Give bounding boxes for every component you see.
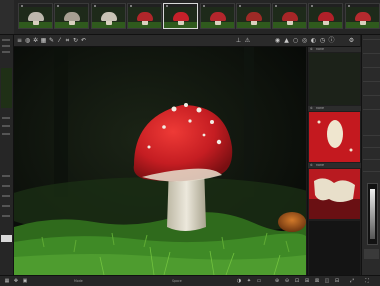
compare-label: none [316, 47, 324, 51]
panel-tick [2, 205, 10, 207]
panel-button[interactable] [364, 249, 379, 259]
mode-label[interactable]: Mode [74, 278, 83, 284]
compare-header-3[interactable]: ✲ none [308, 163, 361, 168]
compare-image-mushroom-side[interactable] [309, 169, 360, 219]
panel-tick [2, 51, 10, 53]
zoom-in-icon[interactable]: ⊕ [274, 278, 280, 284]
star-icon[interactable]: ✦ [246, 278, 252, 284]
edit-icon[interactable]: ✎ [48, 37, 55, 44]
split-icon[interactable]: ⊟ [334, 278, 340, 284]
zoom-out-icon[interactable]: ⊖ [284, 278, 290, 284]
target-icon[interactable]: ◎ [301, 37, 308, 44]
panel-tick [2, 39, 10, 41]
space-label[interactable]: Space [172, 278, 182, 284]
adjustments-panel [361, 35, 380, 275]
menu-icon[interactable]: ≡ [16, 37, 23, 44]
pin-icon[interactable]: ⊥ [235, 37, 242, 44]
toolbar-settings-icon[interactable]: ⚙ [348, 37, 355, 44]
main-image-preview[interactable] [14, 47, 306, 275]
left-panel [0, 35, 14, 275]
pin-icon[interactable]: ✥ [13, 278, 19, 284]
expand-icon[interactable]: ⤢ [349, 278, 355, 284]
background-mushroom [278, 212, 306, 232]
filmstrip-thumbnail[interactable] [308, 3, 344, 29]
grid-icon[interactable]: ▦ [40, 37, 47, 44]
panel-tick [2, 185, 10, 187]
panel-tick [2, 195, 10, 197]
compare-header-1[interactable]: ✲ none [308, 47, 361, 52]
filmstrip-thumbnail[interactable] [18, 3, 53, 29]
selected-panel-item[interactable] [1, 235, 12, 242]
image-icon[interactable]: ▣ [22, 278, 28, 284]
wand-icon[interactable]: ⁄ [56, 37, 63, 44]
rotate-icon[interactable]: ↻ [72, 37, 79, 44]
status-bar: ▦ ✥ ▣ Mode Space ◑ ✦ ▭ ⊕ ⊖ ⊡ ⊞ ⊠ ◫ ⊟ ⤢ ⛶ [0, 275, 380, 286]
fill-icon[interactable]: ⊞ [304, 278, 310, 284]
fullscreen-icon[interactable]: ⛶ [364, 278, 370, 284]
filmstrip-thumbnail[interactable] [90, 3, 126, 29]
box-icon[interactable]: ▭ [256, 278, 262, 284]
settings-icon[interactable]: ✲ [310, 47, 313, 52]
settings-icon[interactable]: ✲ [310, 163, 313, 168]
settings-icon[interactable]: ✲ [32, 37, 39, 44]
filmstrip-thumbnail[interactable] [54, 3, 90, 29]
aperture-icon[interactable]: ◉ [274, 37, 281, 44]
panel-tick [2, 125, 10, 127]
warning-icon[interactable]: ⚠ [244, 37, 251, 44]
grid-icon[interactable]: ▦ [4, 278, 10, 284]
navigator-preview[interactable] [1, 68, 12, 108]
compare-label: none [316, 106, 324, 110]
filmstrip-thumbnail[interactable] [235, 3, 271, 29]
history-icon[interactable]: ◷ [319, 37, 326, 44]
filmstrip-thumbnail[interactable] [344, 3, 380, 29]
compare-header-2[interactable]: ✲ none [308, 106, 361, 111]
filmstrip-scroll-left[interactable] [0, 0, 14, 34]
histogram-strip [367, 183, 378, 245]
settings-icon[interactable]: ✲ [310, 106, 313, 111]
undo-icon[interactable]: ↶ [80, 37, 87, 44]
fit-icon[interactable]: ⊡ [294, 278, 300, 284]
contrast-icon[interactable]: ◑ [236, 278, 242, 284]
compare-empty-slot [309, 221, 360, 275]
crop-icon[interactable]: ⌗ [64, 37, 71, 44]
circle-icon[interactable]: ○ [292, 37, 299, 44]
panel-tick [2, 117, 10, 119]
mask-icon[interactable]: ◐ [310, 37, 317, 44]
filmstrip-thumbnail[interactable] [126, 3, 162, 29]
editor-toolbar: ≡ ◍ ✲ ▦ ✎ ⁄ ⌗ ↻ ↶ ⊥ ⚠ ◉ ▲ ○ ◎ ◐ ◷ ⓘ ⚙ [14, 35, 360, 47]
compare-label: none [316, 163, 324, 167]
lock-icon[interactable]: ⊠ [314, 278, 320, 284]
compare-image-dark[interactable] [309, 53, 360, 105]
compare-icon[interactable]: ◫ [324, 278, 330, 284]
panel-tick [2, 133, 10, 135]
info-icon[interactable]: ⓘ [328, 37, 335, 44]
compare-image-mushroom-top[interactable] [309, 112, 360, 162]
globe-icon[interactable]: ◍ [24, 37, 31, 44]
panel-tick [2, 215, 10, 217]
filmstrip [0, 0, 380, 35]
panel-tick [2, 45, 10, 47]
filmstrip-thumbnail[interactable] [199, 3, 235, 29]
lock-icon[interactable]: ▲ [283, 37, 290, 44]
compare-panel: ✲ none ✲ none ✲ none [307, 47, 361, 275]
filmstrip-thumbnail[interactable] [163, 3, 199, 29]
filmstrip-thumbnail[interactable] [272, 3, 308, 29]
panel-tick [2, 175, 10, 177]
